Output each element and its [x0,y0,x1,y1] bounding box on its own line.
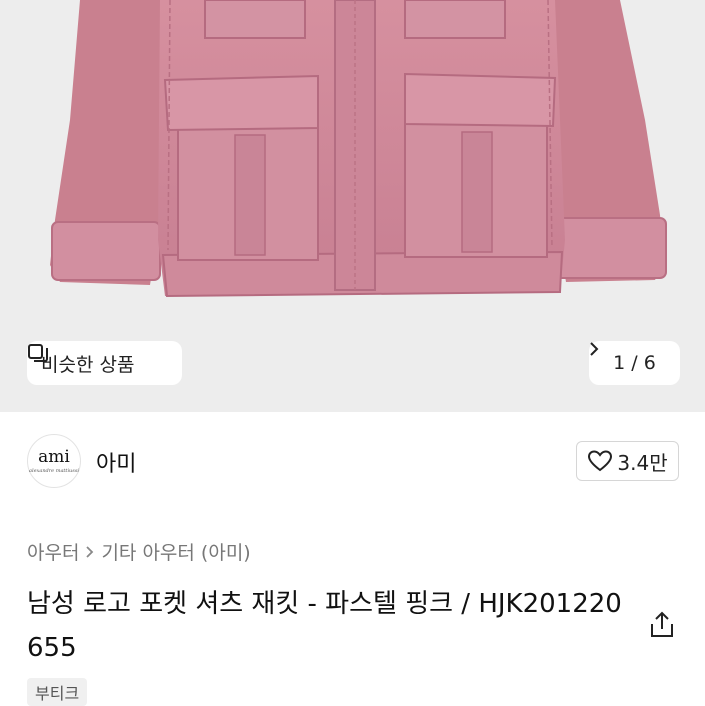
like-button[interactable]: 3.4만 [576,441,679,481]
similar-items-button[interactable]: 비슷한 상품 [27,341,182,385]
brand-logo[interactable]: ami alexandre mattiussi [27,434,81,488]
brand-logo-subtext: alexandre mattiussi [29,467,79,474]
similar-items-label: 비슷한 상품 [41,353,135,376]
brand-name-link[interactable]: 아미 [96,446,136,478]
chevron-right-icon [86,545,94,558]
image-counter-separator: / [631,352,638,374]
boutique-badge: 부티크 [27,678,88,706]
breadcrumb-subcategory[interactable]: 기타 아우터 (아미) [101,538,250,565]
image-counter-current: 1 [613,352,626,374]
brand-logo-word: ami [38,446,70,467]
image-counter-button[interactable]: 1 / 6 [589,341,680,385]
breadcrumb-category[interactable]: 아우터 [27,538,79,565]
share-icon[interactable] [648,610,676,640]
breadcrumb: 아우터 기타 아우터 (아미) [27,538,251,565]
similar-items-icon [28,344,48,362]
image-counter-text: 1 / 6 [613,352,656,374]
like-count: 3.4만 [617,450,668,475]
heart-icon [588,450,613,472]
chevron-right-icon [590,342,599,356]
product-image-gallery[interactable]: 비슷한 상품 1 / 6 [0,0,705,412]
image-counter-total: 6 [643,352,656,374]
product-title: 남성 로고 포켓 셔츠 재킷 - 파스텔 핑크 / HJK201220655 [27,589,622,663]
